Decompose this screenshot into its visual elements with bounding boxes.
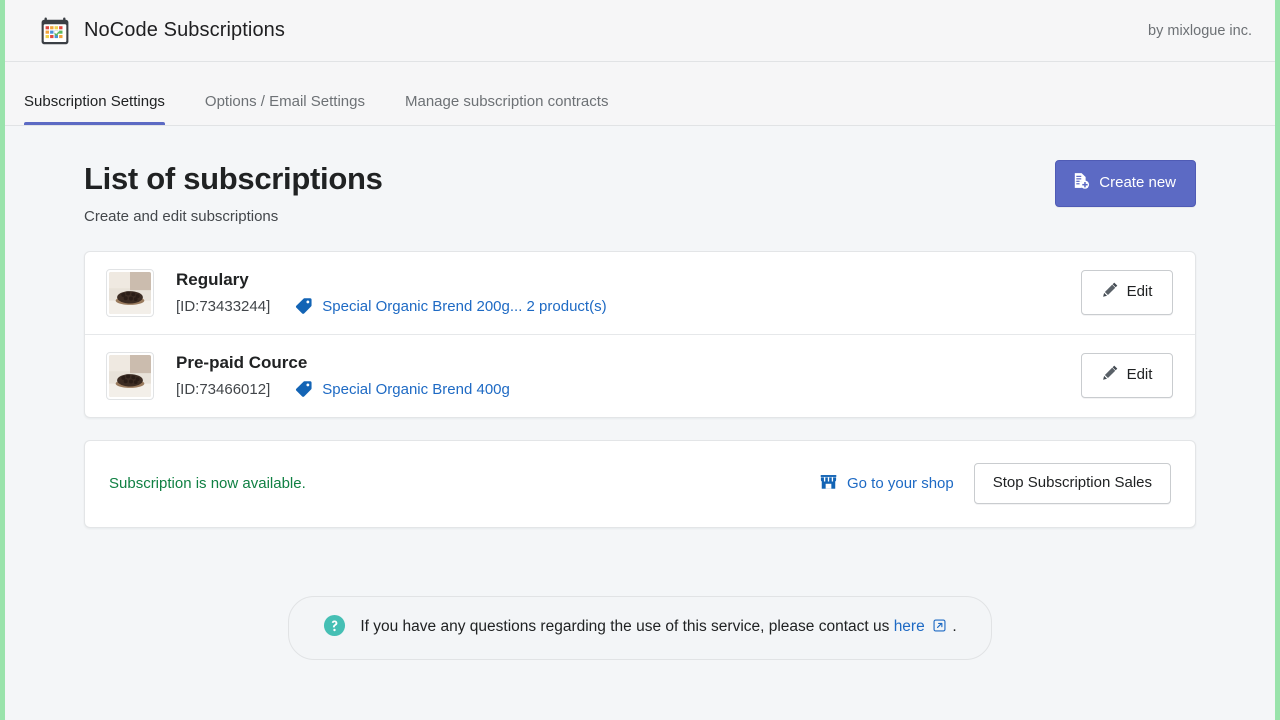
tab-label: Manage subscription contracts (405, 93, 608, 110)
subscription-info: Pre-paid Cource [ID:73466012] Special Or… (176, 352, 1081, 400)
storefront-icon (819, 472, 838, 495)
product-thumbnail (106, 352, 154, 400)
help-here-link[interactable]: here (894, 618, 925, 635)
tag-icon (295, 380, 313, 398)
help-text-after: . (952, 618, 956, 635)
subscription-name: Pre-paid Cource (176, 352, 1081, 375)
tab-subscription-settings[interactable]: Subscription Settings (24, 94, 179, 125)
create-new-button[interactable]: Create new (1055, 160, 1196, 207)
tab-manage-subscription-contracts[interactable]: Manage subscription contracts (405, 94, 622, 125)
calendar-icon (40, 16, 70, 46)
top-bar: NoCode Subscriptions by mixlogue inc. (0, 0, 1280, 62)
pencil-icon (1102, 281, 1119, 304)
subscription-meta: [ID:73433244] Special Organic Brend 200g… (176, 296, 1081, 317)
subscription-row: Regulary [ID:73433244] Special Organic B… (85, 252, 1195, 334)
subscription-products-link[interactable]: Special Organic Brend 400g (322, 379, 510, 400)
brand: NoCode Subscriptions (40, 16, 285, 46)
page-title: List of subscriptions (84, 160, 383, 199)
pencil-icon (1102, 364, 1119, 387)
go-to-shop-link[interactable]: Go to your shop (819, 472, 954, 495)
page-header-text: List of subscriptions Create and edit su… (84, 160, 383, 225)
help-text-before: If you have any questions regarding the … (360, 618, 893, 635)
help-text: If you have any questions regarding the … (360, 618, 956, 637)
tab-label: Subscription Settings (24, 93, 165, 110)
vendor-label: by mixlogue inc. (1148, 23, 1252, 39)
document-plus-icon (1071, 171, 1090, 196)
subscription-name: Regulary (176, 269, 1081, 292)
page-subtitle: Create and edit subscriptions (84, 208, 383, 225)
external-link-icon (929, 619, 951, 636)
status-message: Subscription is now available. (109, 475, 306, 492)
page-header: List of subscriptions Create and edit su… (84, 160, 1196, 225)
product-thumbnail (106, 269, 154, 317)
subscription-products-link[interactable]: Special Organic Brend 200g... 2 product(… (322, 296, 606, 317)
subscription-info: Regulary [ID:73433244] Special Organic B… (176, 269, 1081, 317)
tab-options-email-settings[interactable]: Options / Email Settings (205, 94, 379, 125)
edit-button[interactable]: Edit (1081, 353, 1173, 398)
go-to-shop-label: Go to your shop (847, 475, 954, 492)
question-mark-icon (323, 614, 346, 642)
tab-bar: Subscription Settings Options / Email Se… (0, 62, 1280, 126)
tab-label: Options / Email Settings (205, 93, 365, 110)
edit-button[interactable]: Edit (1081, 270, 1173, 315)
help-section: If you have any questions regarding the … (84, 596, 1196, 660)
subscription-id: [ID:73466012] (176, 379, 270, 400)
stop-subscription-sales-label: Stop Subscription Sales (993, 474, 1152, 493)
left-edge-strip (0, 0, 5, 720)
tag-icon (295, 297, 313, 315)
subscriptions-card: Regulary [ID:73433244] Special Organic B… (84, 251, 1196, 418)
subscription-row: Pre-paid Cource [ID:73466012] Special Or… (85, 334, 1195, 417)
edit-label: Edit (1127, 283, 1153, 302)
subscription-status-card: Subscription is now available. Go to you… (84, 440, 1196, 528)
edit-label: Edit (1127, 366, 1153, 385)
app-title: NoCode Subscriptions (84, 19, 285, 42)
main-content: List of subscriptions Create and edit su… (0, 126, 1280, 660)
app-root: NoCode Subscriptions by mixlogue inc. Su… (0, 0, 1280, 720)
subscription-meta: [ID:73466012] Special Organic Brend 400g (176, 379, 1081, 400)
subscription-id: [ID:73433244] (176, 296, 270, 317)
stop-subscription-sales-button[interactable]: Stop Subscription Sales (974, 463, 1171, 504)
create-new-label: Create new (1099, 174, 1176, 193)
right-edge-strip (1275, 0, 1280, 720)
help-box: If you have any questions regarding the … (288, 596, 991, 660)
